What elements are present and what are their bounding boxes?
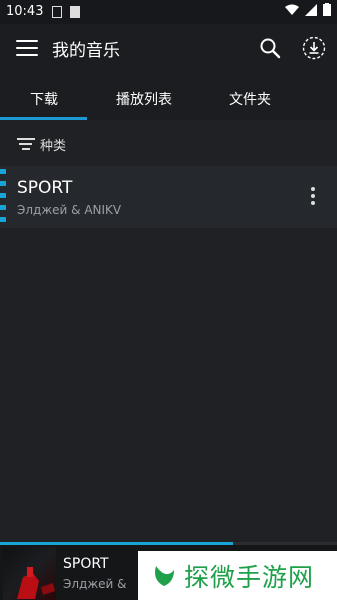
signal-icon — [305, 3, 317, 16]
sim-icon — [52, 6, 62, 18]
app-bar — [0, 24, 337, 74]
player-title: SPORT — [63, 556, 109, 572]
player-artist: Элджей & — [63, 577, 127, 591]
page-title: 我的音乐 — [52, 41, 120, 61]
more-options-icon[interactable] — [309, 187, 317, 207]
tab-folders[interactable]: 文件夹 — [229, 89, 271, 109]
watermark-logo-icon — [155, 565, 174, 586]
filter-label[interactable]: 种类 — [40, 135, 66, 154]
tab-downloads[interactable]: 下载 — [30, 89, 58, 109]
playing-indicator-icon — [0, 169, 6, 225]
filter-icon[interactable] — [17, 138, 35, 151]
wifi-icon — [285, 4, 299, 15]
song-title: SPORT — [17, 178, 73, 198]
battery-icon — [323, 3, 331, 16]
menu-icon[interactable] — [16, 40, 38, 58]
album-art-image — [17, 567, 55, 599]
notification-icon — [70, 6, 80, 18]
song-artist: Элджей & ANIKV — [17, 203, 122, 217]
download-icon[interactable] — [302, 36, 326, 60]
search-icon[interactable] — [259, 37, 281, 59]
album-art — [3, 547, 56, 600]
status-icons — [285, 3, 331, 16]
status-time: 10:43 — [6, 4, 44, 19]
tab-playlists[interactable]: 播放列表 — [116, 89, 172, 109]
watermark: 探微手游网 — [138, 551, 337, 600]
watermark-text: 探微手游网 — [184, 562, 315, 592]
